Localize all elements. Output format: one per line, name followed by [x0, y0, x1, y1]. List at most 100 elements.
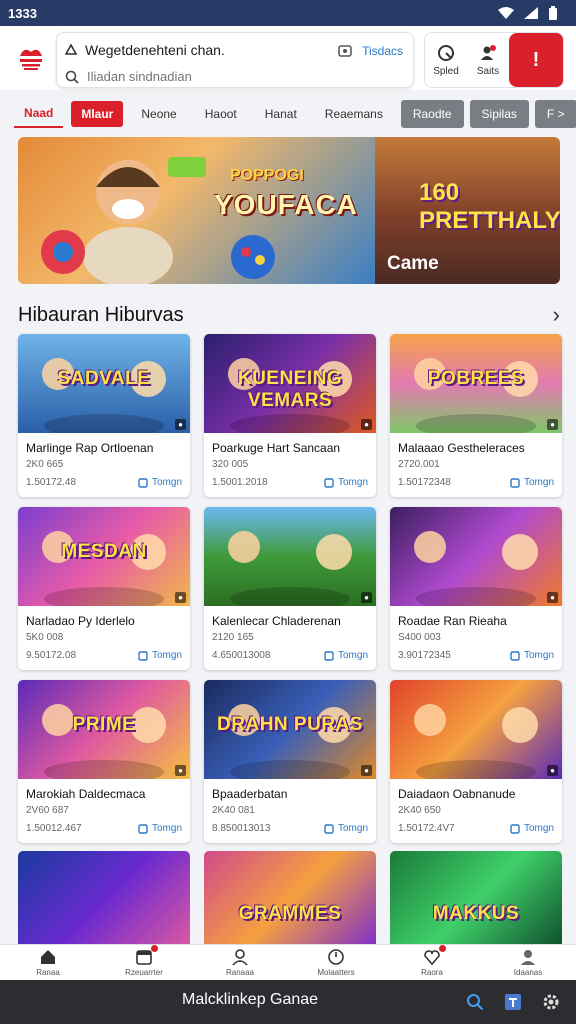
- game-card-partial[interactable]: GRAMMES: [204, 851, 376, 951]
- game-open-button[interactable]: Tomgn: [138, 823, 182, 834]
- calendar-icon: [136, 950, 152, 965]
- bottom-nav-item[interactable]: Idaanas: [488, 948, 568, 977]
- game-card[interactable]: SADVALE ● Marlinge Rap Ortloenan 2K0 665 1.5…: [18, 334, 190, 497]
- banner-left-subtitle: POPPOGI: [230, 167, 304, 184]
- bottom-nav-item[interactable]: Raora: [392, 945, 472, 977]
- url-aux-label[interactable]: Tisdacs: [362, 44, 403, 58]
- game-thumbnail[interactable]: ●: [390, 680, 562, 779]
- game-open-button[interactable]: Tomgn: [510, 477, 554, 488]
- status-icons: [498, 6, 558, 20]
- wifi-icon: [498, 7, 514, 19]
- game-date: 3.90172345: [398, 650, 451, 661]
- tab-more[interactable]: F >: [534, 100, 576, 128]
- tab-7[interactable]: Sipilas: [469, 100, 529, 128]
- game-meta: 2720.001: [398, 459, 440, 470]
- game-open-button[interactable]: Tomgn: [138, 650, 182, 661]
- tab-switch-icon[interactable]: [338, 45, 352, 57]
- app-icon[interactable]: [504, 993, 522, 1011]
- notification-dot: [439, 945, 446, 952]
- search-input[interactable]: [87, 69, 327, 84]
- game-date: 1.50172.48: [26, 477, 77, 488]
- game-card[interactable]: KUENEING VEMARS ● Poarkuge Hart Sancaan 320…: [204, 334, 376, 497]
- game-thumbnail[interactable]: DRAHN PURAS ●: [204, 680, 376, 779]
- tab-5[interactable]: Reaemans: [315, 101, 393, 127]
- saits-label: Saits: [476, 65, 500, 77]
- address-search-box[interactable]: Wegetdenehteni chan. Tisdacs: [56, 32, 414, 88]
- bottom-nav-item[interactable]: Rzeuarrter: [104, 945, 184, 977]
- game-thumbnail-title: SADVALE: [57, 368, 151, 389]
- search-icon[interactable]: [466, 993, 484, 1011]
- game-thumbnail[interactable]: MESDAN ●: [18, 507, 190, 606]
- brand-logo-icon[interactable]: [14, 40, 48, 74]
- search-row[interactable]: [65, 69, 327, 84]
- alert-button[interactable]: !: [509, 33, 563, 87]
- open-icon: [510, 650, 520, 661]
- game-card[interactable]: ● Kalenlecar Chladerenan 2120 165 4.6500130…: [204, 507, 376, 670]
- profile-icon: [521, 950, 535, 965]
- game-thumbnail[interactable]: SADVALE ●: [18, 334, 190, 433]
- game-card-footer: 1.50172348 Tomgn: [398, 477, 554, 488]
- game-card-partial[interactable]: MAKKUS: [390, 851, 562, 951]
- game-open-button[interactable]: Tomgn: [324, 823, 368, 834]
- character-illustration: [414, 704, 538, 779]
- game-title: Kalenlecar Chladerenan: [212, 614, 341, 628]
- open-icon: [138, 823, 148, 834]
- saits-button[interactable]: Saits: [467, 33, 509, 87]
- game-thumbnail[interactable]: POBREES ●: [390, 334, 562, 433]
- game-open-button[interactable]: Tomgn: [510, 823, 554, 834]
- top-bar: Wegetdenehteni chan. Tisdacs Spled Saits…: [0, 26, 576, 90]
- game-thumbnail[interactable]: ●: [204, 507, 376, 606]
- battery-icon: [549, 6, 557, 20]
- bottom-nav-item[interactable]: Ranaaa: [200, 948, 280, 977]
- game-open-button[interactable]: Tomgn: [324, 650, 368, 661]
- game-open-label: Tomgn: [151, 650, 182, 661]
- bottom-nav-item[interactable]: Ranaa: [8, 948, 88, 977]
- banner-right[interactable]: 160 PRETTHALY Came: [375, 137, 560, 284]
- game-open-label: Tomgn: [151, 823, 182, 834]
- tab-3[interactable]: Haoot: [195, 101, 247, 127]
- url-row[interactable]: Wegetdenehteni chan.: [65, 42, 225, 58]
- game-card[interactable]: ● Roadae Ran Rieaha S400 003 3.90172345 Tomg…: [390, 507, 562, 670]
- url-aux[interactable]: Tisdacs: [338, 44, 403, 58]
- lock-icon: [65, 44, 77, 55]
- game-card[interactable]: DRAHN PURAS ● Bpaaderbatan 2K40 081 8.850013…: [204, 680, 376, 843]
- game-date: 1.5001.2018: [212, 477, 268, 488]
- game-card[interactable]: POBREES ● Malaaao Gestheleraces 2720.001 1.5…: [390, 334, 562, 497]
- tab-4[interactable]: Hanat: [255, 101, 307, 127]
- game-open-button[interactable]: Tomgn: [510, 650, 554, 661]
- game-title: Poarkuge Hart Sancaan: [212, 441, 341, 455]
- section-header: Hibauran Hiburvas ›: [18, 302, 560, 328]
- game-title: Narladao Py Iderlelo: [26, 614, 135, 628]
- tab-1[interactable]: Mlaur: [71, 101, 124, 127]
- game-open-button[interactable]: Tomgn: [138, 477, 182, 488]
- bottom-navigation: Ranaa Rzeuarrter Ranaaa Molaatters Raora Idaa…: [0, 944, 576, 980]
- speed-button[interactable]: Spled: [425, 33, 467, 87]
- bottom-nav-item[interactable]: Molaatters: [296, 948, 376, 977]
- game-card[interactable]: ● Daiadaon Oabnanude 2K40 650 1.50172.4V7 To…: [390, 680, 562, 843]
- bottom-nav-label: Molaatters: [317, 968, 355, 977]
- open-icon: [324, 477, 334, 488]
- game-open-button[interactable]: Tomgn: [324, 477, 368, 488]
- settings-icon[interactable]: [542, 993, 560, 1011]
- open-icon: [138, 477, 148, 488]
- game-thumbnail-title: MAKKUS: [432, 903, 520, 924]
- url-text: Wegetdenehteni chan.: [85, 42, 225, 58]
- game-thumbnail[interactable]: ●: [390, 507, 562, 606]
- open-icon: [324, 650, 334, 661]
- game-thumbnail[interactable]: KUENEING VEMARS ●: [204, 334, 376, 433]
- game-card-partial[interactable]: [18, 851, 190, 951]
- game-meta: 2V60 687: [26, 805, 69, 816]
- tab-2[interactable]: Neone: [131, 101, 186, 127]
- game-card[interactable]: MESDAN ● Narladao Py Iderlelo 5K0 008 9.5017…: [18, 507, 190, 670]
- game-title: Daiadaon Oabnanude: [398, 787, 516, 801]
- open-icon: [324, 823, 334, 834]
- tab-0[interactable]: Naad: [14, 100, 64, 128]
- game-thumbnail[interactable]: PRIME ●: [18, 680, 190, 779]
- chevron-right-icon[interactable]: ›: [553, 302, 560, 328]
- open-icon: [510, 477, 520, 488]
- tab-6[interactable]: Raodte: [400, 100, 464, 128]
- game-card[interactable]: PRIME ● Marokiah Daldecmaca 2V60 687 1.50012…: [18, 680, 190, 843]
- banner-left[interactable]: POPPOGI YOUFACA: [18, 137, 375, 284]
- speed-label: Spled: [433, 65, 459, 77]
- hero-banner[interactable]: POPPOGI YOUFACA 160 PRETTHALY Came: [18, 137, 560, 284]
